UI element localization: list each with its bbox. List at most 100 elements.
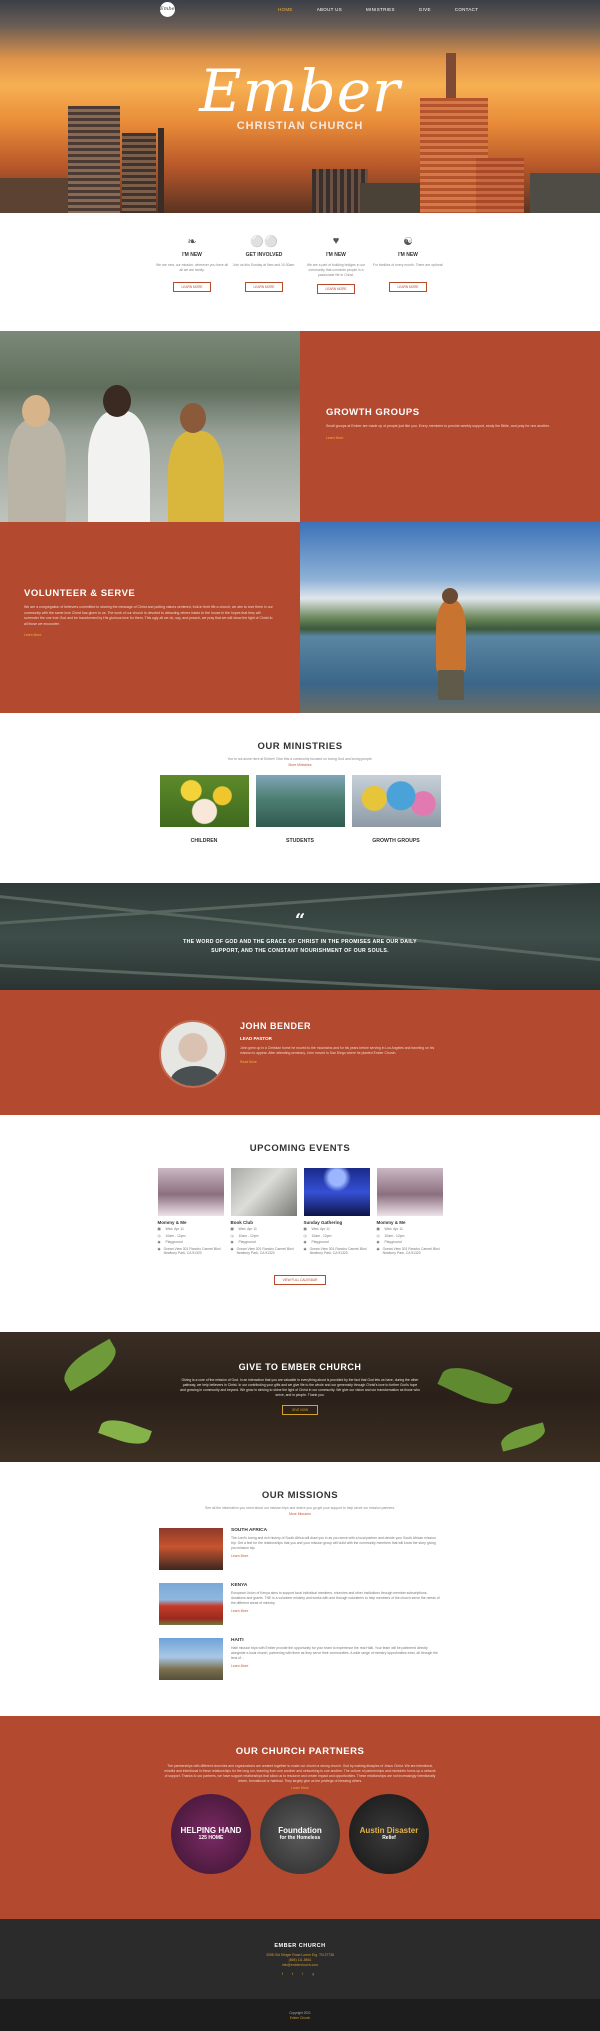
nav-ministries[interactable]: MINISTRIES xyxy=(366,7,395,12)
mission-learn-more[interactable]: Learn More xyxy=(231,1609,441,1613)
clock-icon: ◷ xyxy=(303,1233,307,1238)
mission-title: HAITI xyxy=(231,1638,244,1643)
learn-more-button[interactable]: LEARN MORE xyxy=(389,282,427,292)
event-date: Wed. Apr 11 xyxy=(311,1227,330,1231)
event-place-row: ◉ Playground xyxy=(377,1240,443,1245)
ministry-card-children[interactable]: CHILDREN xyxy=(159,775,249,844)
avatar xyxy=(159,1020,227,1088)
partner-logo-austin-relief[interactable]: Austin Disaster Relief xyxy=(349,1794,429,1874)
top-nav: Ember HOME ABOUT US MINISTRIES GIVE CONT… xyxy=(0,0,600,20)
lake-photo xyxy=(300,522,600,713)
partner-logo-foundation[interactable]: Foundation for the Homeless xyxy=(260,1794,340,1874)
volunteer-title: VOLUNTEER & SERVE xyxy=(24,588,136,599)
footer-email[interactable]: info@emberchurch.com xyxy=(0,1963,600,1968)
pastor-read-more[interactable]: Read More xyxy=(240,1060,440,1064)
event-place: Playground xyxy=(238,1240,256,1244)
view-calendar-button[interactable]: VIEW FULL CALENDAR xyxy=(273,1274,327,1285)
facebook-icon[interactable]: f xyxy=(282,1971,287,1976)
heart-icon: ♥ xyxy=(332,235,340,247)
mission-learn-more[interactable]: Learn More xyxy=(231,1664,441,1668)
mission-title: KENYA xyxy=(231,1583,248,1588)
mission-title: SOUTH AFRICA xyxy=(231,1528,268,1533)
partners-link[interactable]: Learn More xyxy=(0,1786,600,1790)
students-image xyxy=(255,775,345,827)
growth-groups-link[interactable]: Learn More xyxy=(326,436,574,440)
growth-groups-section: GROWTH GROUPS Small groups at Ember are … xyxy=(0,331,600,522)
ministry-card-students[interactable]: STUDENTS xyxy=(255,775,345,844)
pastor-name: JOHN BENDER xyxy=(240,1021,312,1031)
event-address: Ocean View 301 Rancho Carmel Blvd Newbur… xyxy=(382,1246,440,1256)
volunteer-link[interactable]: Learn More xyxy=(24,633,276,637)
event-card[interactable]: Mommy & Me ▦ Wed. Apr 11 ◷ 10am - 12pm ◉ Pl… xyxy=(157,1168,224,1256)
event-date: Wed. Apr 11 xyxy=(384,1227,403,1231)
logo[interactable]: Ember xyxy=(160,2,177,17)
learn-more-button[interactable]: LEARN MORE xyxy=(317,284,355,294)
avatar-shirt xyxy=(171,1066,219,1086)
intro-card-text: Join us this Sunday at 9am and 10:30am. xyxy=(232,263,296,267)
event-place: Playground xyxy=(165,1240,183,1244)
quote-section: “ THE WORD OF GOD AND THE GRACE OF CHRIS… xyxy=(0,883,600,990)
event-image xyxy=(230,1168,297,1216)
event-time: 10am - 12pm xyxy=(238,1233,259,1238)
event-place-row: ◉ Playground xyxy=(231,1240,297,1245)
pin-icon: ◉ xyxy=(230,1246,234,1251)
nav-contact[interactable]: CONTACT xyxy=(455,7,479,12)
ministries-link[interactable]: More Ministries xyxy=(0,763,600,767)
location-icon: ◉ xyxy=(157,1240,161,1244)
intro-card-title: I'M NEW xyxy=(398,252,418,258)
learn-more-button[interactable]: LEARN MORE xyxy=(173,282,211,292)
nav-home[interactable]: HOME xyxy=(278,7,293,12)
hero-section: Ember HOME ABOUT US MINISTRIES GIVE CONT… xyxy=(0,0,600,213)
mission-text: European Union of Kenya aims to support … xyxy=(231,1591,440,1605)
youtube-icon[interactable]: y xyxy=(312,1971,318,1976)
ministry-card-growth-groups[interactable]: GROWTH GROUPS xyxy=(351,775,441,844)
pin-icon: ◉ xyxy=(303,1246,307,1251)
copyright-bar: Copyright 2021 Ember Church xyxy=(0,1999,600,2031)
partner-logo-subtext: for the Homeless xyxy=(279,1835,321,1841)
growth-groups-image xyxy=(351,775,441,827)
event-place-row: ◉ Playground xyxy=(304,1240,370,1245)
twitter-icon[interactable]: t xyxy=(292,1971,297,1976)
skyline-building xyxy=(122,133,156,213)
missions-section: OUR MISSIONS See all the information you… xyxy=(0,1462,600,1716)
mission-text: The Lord's loving and rich history of So… xyxy=(231,1536,436,1550)
nav-give[interactable]: GIVE xyxy=(419,7,431,12)
missions-title: OUR MISSIONS xyxy=(261,1490,339,1501)
event-card[interactable]: Book Club ▦ Wed. Apr 11 ◷ 10am - 12pm ◉ Pla… xyxy=(230,1168,297,1256)
ministries-text: You're not alone here at Ember! Give thi… xyxy=(227,757,373,761)
learn-more-button[interactable]: LEARN MORE xyxy=(245,282,283,292)
instagram-icon[interactable]: i xyxy=(302,1971,307,1976)
calendar-icon: ▦ xyxy=(376,1227,380,1231)
ministries-section: OUR MINISTRIES You're not alone here at … xyxy=(0,713,600,883)
volunteer-panel: VOLUNTEER & SERVE We are a congregation … xyxy=(0,522,300,713)
nav-about[interactable]: ABOUT US xyxy=(317,7,342,12)
sprout-leaf xyxy=(498,1422,548,1452)
mission-learn-more[interactable]: Learn More xyxy=(231,1554,441,1558)
partner-logo-text: Foundation xyxy=(278,1826,322,1835)
partner-logo-subtext: 125 HOME xyxy=(198,1835,224,1841)
event-date: Wed. Apr 11 xyxy=(238,1227,257,1231)
event-address: Ocean View 301 Rancho Carmel Blvd Newbur… xyxy=(163,1246,221,1256)
footer-church-name: EMBER CHURCH xyxy=(274,1943,326,1949)
event-time-row: ◷ 10am - 12pm xyxy=(158,1234,224,1239)
person-head xyxy=(103,385,131,417)
calendar-icon: ▦ xyxy=(303,1227,307,1231)
south-africa-image xyxy=(159,1528,223,1570)
intro-card-text: We are new, our mission, wherever you ha… xyxy=(156,263,228,272)
person-figure xyxy=(8,419,66,522)
event-card[interactable]: Sunday Gathering ▦ Wed. Apr 11 ◷ 10am - 12… xyxy=(303,1168,370,1256)
event-image xyxy=(157,1168,224,1216)
give-now-button[interactable]: GIVE NOW xyxy=(281,1405,319,1415)
copyright-brand[interactable]: Ember Church xyxy=(0,2016,600,2021)
partner-logo-helping-hand[interactable]: HELPING HAND 125 HOME xyxy=(171,1794,251,1874)
event-card[interactable]: Mommy & Me ▦ Wed. Apr 11 ◷ 10am - 12pm ◉ Pl… xyxy=(376,1168,443,1256)
partners-section: OUR CHURCH PARTNERS The partnerships wit… xyxy=(0,1716,600,1919)
missions-link[interactable]: More Missions xyxy=(0,1512,600,1516)
event-address-row: ◉ Ocean View 301 Rancho Carmel Blvd Newbu… xyxy=(377,1247,443,1256)
event-address-row: ◉ Ocean View 301 Rancho Carmel Blvd Newbu… xyxy=(158,1247,224,1256)
partners-title: OUR CHURCH PARTNERS xyxy=(235,1746,365,1757)
event-title: Book Club xyxy=(230,1220,254,1225)
event-image xyxy=(376,1168,443,1216)
hero-title: Ember xyxy=(199,57,401,125)
hero-heading: Ember CHRISTIAN CHURCH xyxy=(0,62,600,132)
